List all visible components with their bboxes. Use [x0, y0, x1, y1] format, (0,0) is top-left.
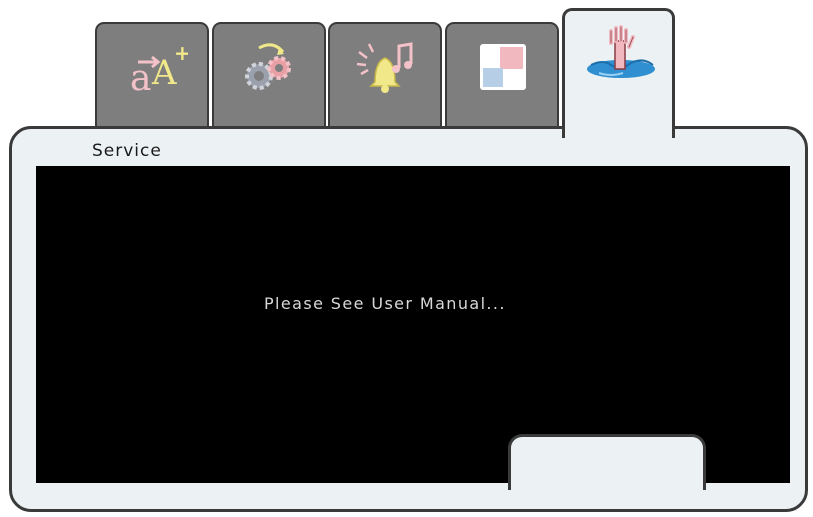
text-size-icon: a A +: [130, 41, 188, 96]
svg-text:a: a: [130, 58, 151, 96]
gears-icon: [245, 43, 291, 90]
tab-service[interactable]: [562, 8, 675, 138]
tab-text-size[interactable]: a A +: [95, 22, 209, 130]
service-message: Please See User Manual...: [264, 294, 506, 313]
tab-settings[interactable]: [212, 22, 326, 130]
panel-title: Service: [92, 141, 162, 161]
color-squares-icon: [480, 44, 526, 90]
tab-display[interactable]: [445, 22, 559, 130]
bell-music-icon: [356, 42, 413, 93]
tab-alerts-sound[interactable]: [328, 22, 442, 130]
hand-in-water-icon: [586, 25, 655, 78]
panel-bottom-button[interactable]: [508, 434, 706, 490]
svg-text:+: +: [174, 41, 188, 65]
